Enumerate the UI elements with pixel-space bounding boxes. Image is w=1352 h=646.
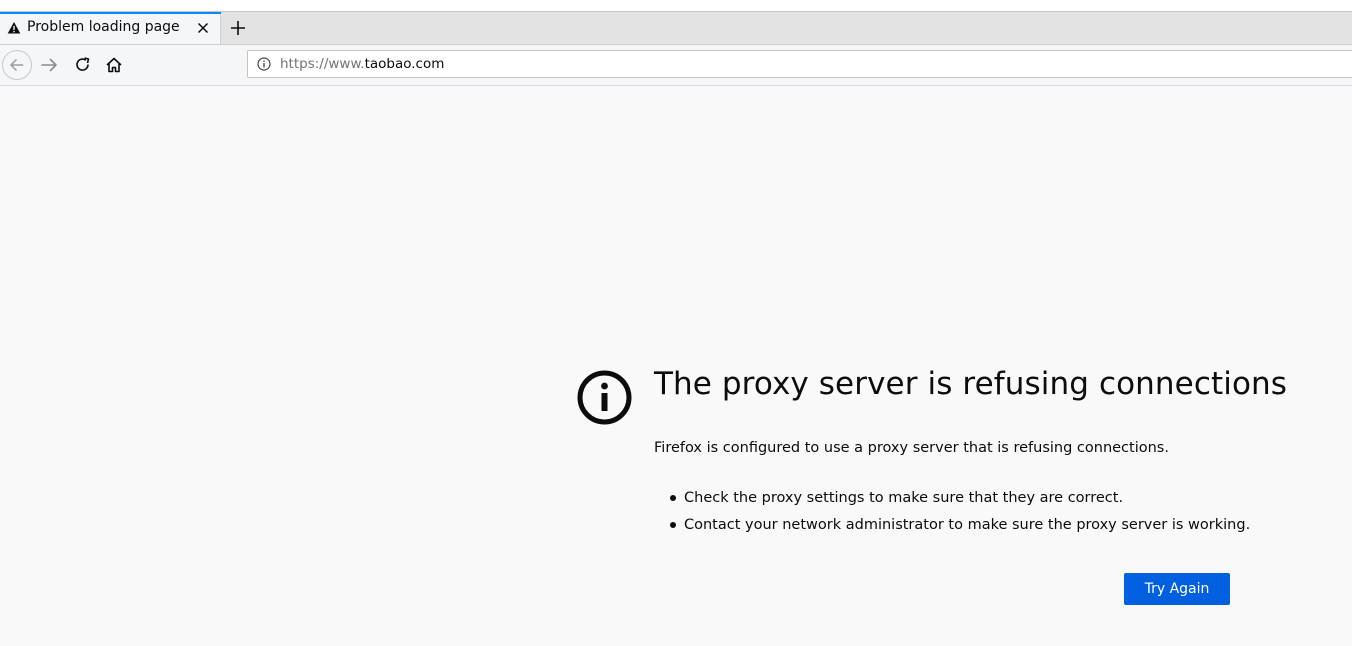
navigation-toolbar: https://www.taobao.com [0, 45, 1352, 86]
list-item: Contact your network administrator to ma… [654, 515, 1250, 542]
error-description: Firefox is configured to use a proxy ser… [654, 440, 1169, 456]
tab-problem-loading-page[interactable]: Problem loading page [0, 12, 221, 44]
close-tab-icon[interactable] [196, 21, 210, 35]
window-top-strip [0, 0, 1352, 12]
forward-arrow-icon[interactable] [35, 50, 65, 80]
url-text[interactable]: https://www.taobao.com [280, 56, 444, 72]
url-prefix: https://www. [280, 56, 365, 72]
error-suggestions: Check the proxy settings to make sure th… [654, 488, 1250, 542]
tab-active-indicator [0, 12, 221, 14]
reload-icon[interactable] [68, 50, 98, 80]
new-tab-plus-icon[interactable] [229, 19, 247, 37]
error-page: The proxy server is refusing connections… [0, 86, 1352, 646]
bullet [670, 522, 676, 528]
warning-icon [7, 22, 21, 34]
info-icon[interactable] [257, 57, 271, 71]
try-again-button[interactable]: Try Again [1124, 573, 1230, 605]
url-domain: taobao.com [364, 56, 445, 72]
back-arrow-icon[interactable] [2, 50, 32, 80]
suggestion-text: Contact your network administrator to ma… [684, 517, 1251, 533]
error-title: The proxy server is refusing connections [654, 366, 1288, 402]
info-circle-icon [577, 370, 632, 425]
home-icon[interactable] [99, 50, 129, 80]
tab-bar: Problem loading page [0, 12, 1352, 45]
bullet [670, 495, 676, 501]
tab-title: Problem loading page [27, 19, 180, 35]
url-bar[interactable]: https://www.taobao.com [247, 50, 1352, 78]
list-item: Check the proxy settings to make sure th… [654, 488, 1250, 515]
suggestion-text: Check the proxy settings to make sure th… [684, 490, 1124, 506]
